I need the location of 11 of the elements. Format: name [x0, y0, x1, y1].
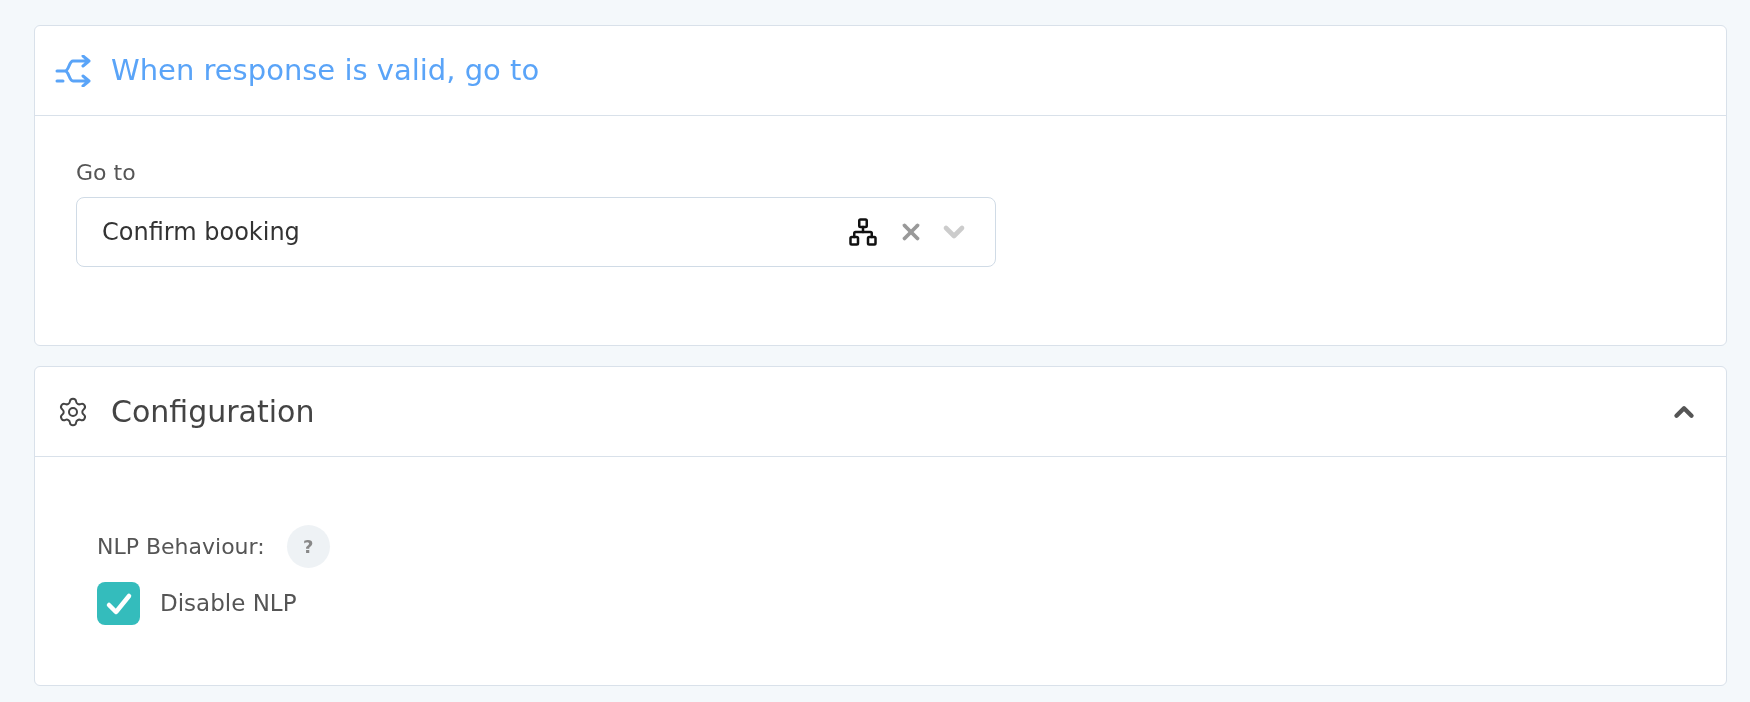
checkbox[interactable]	[97, 582, 140, 625]
section-title: Configuration	[111, 393, 316, 431]
hierarchy-icon[interactable]	[848, 217, 878, 247]
checkmark-icon	[104, 591, 133, 616]
section-title: When response is valid, go to	[111, 51, 540, 89]
settings-icon	[57, 395, 89, 428]
go-to-select[interactable]: Confirm booking	[76, 197, 996, 267]
checkbox-label: Disable NLP	[160, 589, 297, 619]
nlp-behaviour-label: NLP Behaviour:	[97, 533, 265, 561]
shuffle-arrows-icon	[55, 54, 93, 87]
field-label: Go to	[76, 159, 137, 187]
